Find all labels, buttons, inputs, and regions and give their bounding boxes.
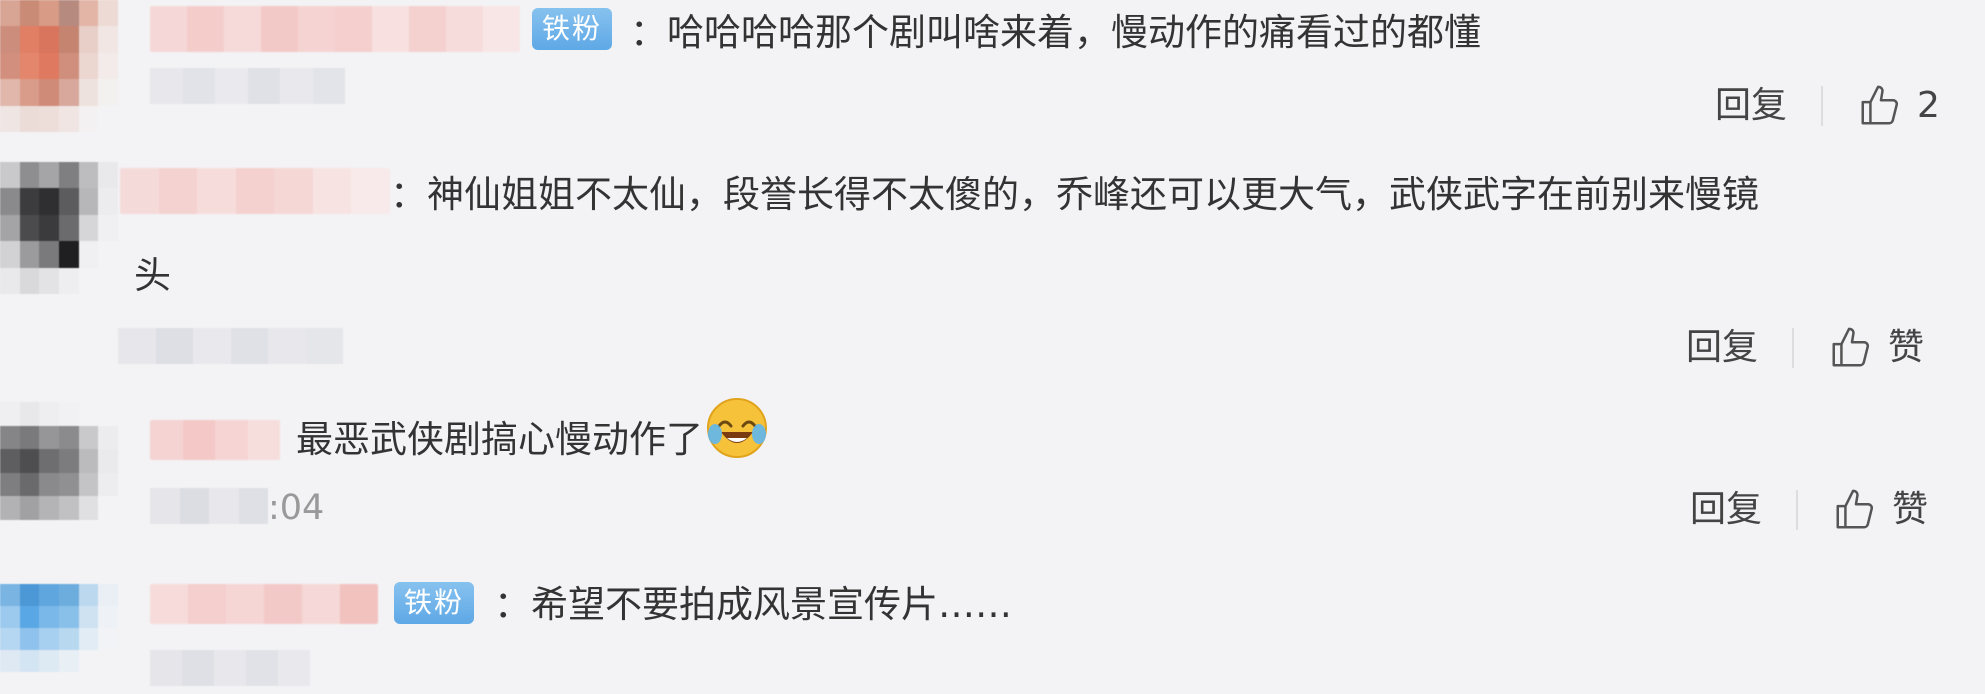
- action-divider: [1792, 328, 1795, 368]
- thumbs-up-icon: [1832, 487, 1878, 533]
- like-count: 2: [1917, 85, 1940, 126]
- reply-button[interactable]: 回复: [1715, 76, 1787, 136]
- like-button[interactable]: 2: [1857, 76, 1940, 136]
- comment-actions: 回复 赞: [1686, 318, 1924, 378]
- username-blurred[interactable]: [150, 584, 378, 624]
- timestamp-blurred: [150, 488, 268, 524]
- username-blurred[interactable]: [120, 168, 390, 214]
- fan-badge: 铁粉: [394, 582, 475, 624]
- avatar[interactable]: [0, 584, 118, 694]
- comment-text: ：希望不要拍成风景宣传片……: [494, 583, 1012, 626]
- reply-button[interactable]: 回复: [1690, 480, 1762, 540]
- comment-text: ：哈哈哈哈那个剧叫啥来着，慢动作的痛看过的都懂: [630, 11, 1481, 54]
- thumbs-up-icon: [1857, 83, 1903, 129]
- username-blurred[interactable]: [150, 420, 280, 460]
- reply-button[interactable]: 回复: [1686, 318, 1758, 378]
- thumbs-up-icon: [1828, 325, 1874, 371]
- avatar[interactable]: [0, 402, 118, 520]
- comment-text-content: 最恶武侠剧搞心慢动作了: [296, 418, 703, 461]
- laughing-tears-emoji: [705, 396, 769, 487]
- username-blurred[interactable]: [150, 6, 520, 52]
- comment-actions: 回复 2: [1715, 76, 1940, 136]
- comment-actions: 回复 赞: [1690, 480, 1928, 540]
- avatar[interactable]: [0, 0, 118, 132]
- like-button[interactable]: 赞: [1828, 318, 1924, 378]
- fan-badge: 铁粉: [532, 8, 613, 50]
- like-button[interactable]: 赞: [1832, 480, 1928, 540]
- timestamp-blurred: [150, 650, 310, 686]
- avatar[interactable]: [0, 162, 118, 294]
- comment-text-line1: ：神仙姐姐不太仙，段誉长得不太傻的，乔峰还可以更大气，武侠武字在前别来慢镜: [390, 173, 1759, 216]
- comment-text: 最恶武侠剧搞心慢动作了: [296, 396, 769, 487]
- timestamp-blurred: [150, 68, 345, 104]
- action-divider: [1821, 86, 1824, 126]
- like-label: 赞: [1888, 327, 1925, 368]
- comment-timestamp-partial: :04: [268, 488, 325, 528]
- action-divider: [1796, 490, 1799, 530]
- comment-text-line2: 头: [134, 254, 171, 297]
- timestamp-blurred: [118, 328, 343, 364]
- like-label: 赞: [1892, 489, 1929, 530]
